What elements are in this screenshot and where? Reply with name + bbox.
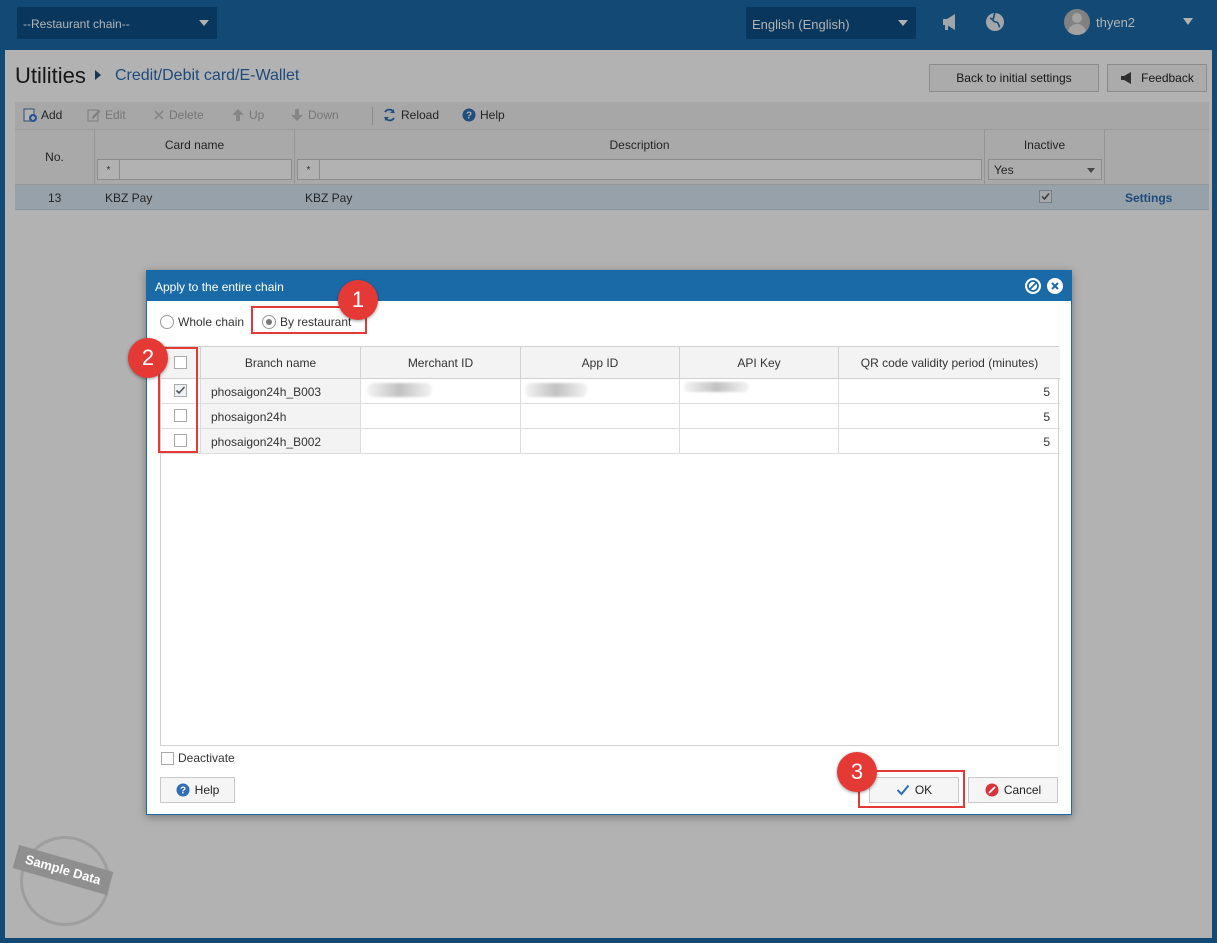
merchant-id-cell[interactable] <box>361 379 521 404</box>
column-header-api-key[interactable]: API Key <box>680 347 839 379</box>
callout-number: 1 <box>351 287 365 312</box>
column-header-merchant-id-label: Merchant ID <box>407 356 474 370</box>
app-id-cell[interactable] <box>521 404 680 429</box>
column-header-merchant-id[interactable]: Merchant ID <box>361 347 521 379</box>
qr-validity-value: 5 <box>1043 385 1050 399</box>
branch-name-cell[interactable]: phosaigon24h_B003 <box>201 379 361 404</box>
apply-to-chain-dialog: Apply to the entire chain Whole chain By… <box>146 270 1072 815</box>
deactivate-checkbox[interactable] <box>161 752 174 765</box>
whole-chain-label[interactable]: Whole chain <box>178 315 244 329</box>
qr-validity-cell[interactable]: 5 <box>839 379 1060 404</box>
dialog-help-label: Help <box>194 783 220 797</box>
callout-step-1: 1 <box>338 280 378 320</box>
branch-name: phosaigon24h_B003 <box>211 385 322 399</box>
cancel-icon <box>985 783 999 797</box>
column-header-app-id[interactable]: App ID <box>521 347 680 379</box>
dialog-help-button[interactable]: ? Help <box>160 777 235 803</box>
column-header-branch-label: Branch name <box>244 356 317 370</box>
branch-name-cell[interactable]: phosaigon24h_B002 <box>201 429 361 454</box>
api-key-cell[interactable] <box>680 404 839 429</box>
column-header-api-key-label: API Key <box>737 356 781 370</box>
qr-validity-value: 5 <box>1043 435 1050 449</box>
qr-validity-cell[interactable]: 5 <box>839 404 1060 429</box>
app-id-cell[interactable] <box>521 379 680 404</box>
merchant-id-cell[interactable] <box>361 429 521 454</box>
dialog-title: Apply to the entire chain <box>155 280 284 294</box>
branch-name: phosaigon24h_B002 <box>211 435 322 449</box>
column-header-qr-validity-label: QR code validity period (minutes) <box>860 356 1039 370</box>
cancel-button[interactable]: Cancel <box>968 777 1058 803</box>
api-key-cell[interactable] <box>680 429 839 454</box>
branch-grid: Branch name Merchant ID App ID API Key Q… <box>160 346 1060 746</box>
deactivate-label[interactable]: Deactivate <box>178 751 235 765</box>
blurred-value <box>684 382 749 392</box>
qr-validity-value: 5 <box>1043 410 1050 424</box>
cancel-label: Cancel <box>1003 783 1042 797</box>
column-header-app-id-label: App ID <box>581 356 619 370</box>
svg-text:?: ? <box>180 786 186 797</box>
close-icon[interactable] <box>1047 278 1063 294</box>
qr-validity-cell[interactable]: 5 <box>839 429 1060 454</box>
column-header-branch[interactable]: Branch name <box>201 347 361 379</box>
callout-number: 3 <box>850 759 864 784</box>
column-header-qr-validity[interactable]: QR code validity period (minutes) <box>839 347 1060 379</box>
blurred-value <box>525 383 587 397</box>
branch-name-cell[interactable]: phosaigon24h <box>201 404 361 429</box>
merchant-id-cell[interactable] <box>361 404 521 429</box>
restore-icon[interactable] <box>1025 278 1041 294</box>
callout-step-3: 3 <box>837 752 877 792</box>
app-id-cell[interactable] <box>521 429 680 454</box>
help-icon: ? <box>176 783 190 797</box>
blurred-value <box>367 383 432 397</box>
callout-number: 2 <box>141 345 155 370</box>
api-key-cell[interactable] <box>680 379 839 404</box>
branch-name: phosaigon24h <box>211 410 287 424</box>
callout-step-2: 2 <box>128 338 168 378</box>
dialog-title-bar: Apply to the entire chain <box>147 271 1071 301</box>
whole-chain-radio[interactable] <box>160 315 174 329</box>
